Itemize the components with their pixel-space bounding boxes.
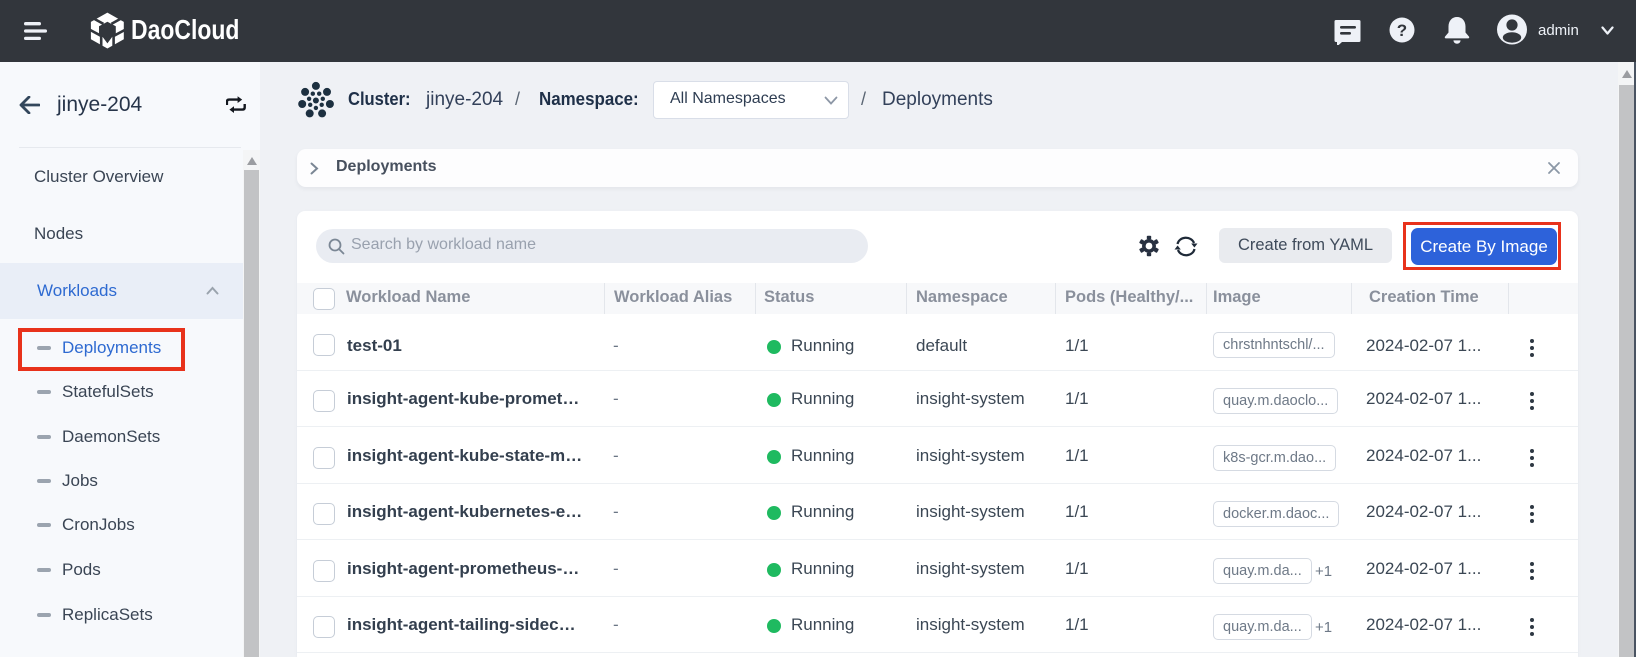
svg-text:?: ?: [1397, 21, 1407, 40]
